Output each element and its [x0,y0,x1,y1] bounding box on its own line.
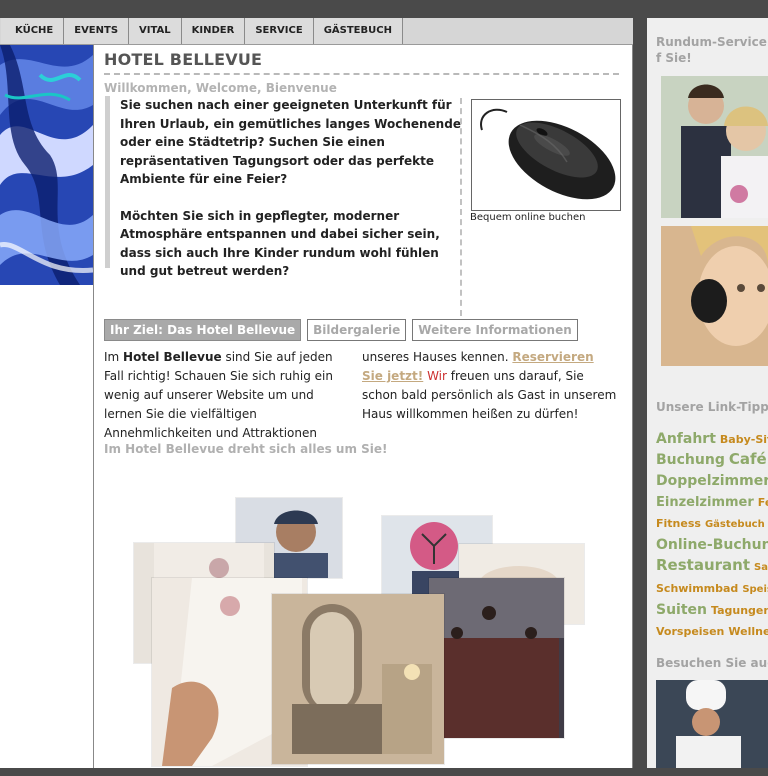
link-tips-heading: Unsere Link-Tipps [656,400,768,414]
nav-service[interactable]: SERVICE [245,18,314,44]
top-bar [0,0,768,18]
slogan: Im Hotel Bellevue dreht sich alles um Si… [104,442,388,456]
tag-link-einzelzimmer[interactable]: Einzelzimmer [656,495,754,510]
tag-row: Online-Buchung [656,534,768,555]
tag-link-speis[interactable]: Speis [742,584,768,595]
wedding-photo [661,76,768,218]
tag-link-doppelzimmer[interactable]: Doppelzimmer [656,473,768,489]
online-booking-caption[interactable]: Bequem online buchen [470,212,585,223]
tag-row: Buchung Café [656,449,768,470]
main-content: KÜCHE EVENTS VITAL KINDER SERVICE GÄSTEB… [1,18,633,768]
abstract-art-image [0,45,93,285]
tag-link-feie[interactable]: Feie [758,496,768,509]
tag-link-vorspeisen[interactable]: Vorspeisen [656,625,724,638]
tag-link-tagungen[interactable]: Tagungen [711,604,768,617]
right-sidebar: Rundum-Service f Sie! Unsere Link-Tipps … [647,18,768,768]
tag-row: Doppelzimmer [656,470,768,491]
nav-kinder[interactable]: KINDER [181,18,246,44]
tag-row: Restaurant Sau [656,555,768,577]
intro-paragraph-1: Sie suchen nach einer geeigneten Unterku… [120,98,461,186]
photo-collage [134,496,604,776]
tab-weitere-informationen[interactable]: Weitere Informationen [412,319,578,341]
col2-text-a: unseres Hauses kennen. [362,350,513,364]
tag-link-gästebuch[interactable]: Gästebuch [705,519,765,530]
tab-hotel-bellevue[interactable]: Ihr Ziel: Das Hotel Bellevue [104,319,302,341]
nav-vital[interactable]: VITAL [129,18,182,44]
page-title: HOTEL BELLEVUE [104,50,263,69]
photo-meeting [429,578,564,738]
tab-bildergalerie[interactable]: Bildergalerie [307,319,407,341]
chef-photo [656,680,768,768]
text-column-right: unseres Hauses kennen. Reservieren Sie j… [362,348,617,424]
tag-link-restaurant[interactable]: Restaurant [656,556,750,574]
intro-text: Sie suchen nach einer geeigneten Unterku… [105,96,462,278]
besuchen-heading: Besuchen Sie auc [656,656,768,670]
tag-link-suiten[interactable]: Suiten [656,602,707,618]
tag-link-baby-sitte[interactable]: Baby-Sitte [720,433,768,446]
tag-link-buchung[interactable]: Buchung [656,452,725,468]
tag-link-fitness[interactable]: Fitness [656,517,701,530]
photo-living-room [272,594,444,764]
tag-row: FitnessGästebuchLa [656,512,768,534]
nav-events[interactable]: EVENTS [64,18,130,44]
title-divider [104,73,619,75]
tag-link-caf-[interactable]: Café [729,450,767,468]
vertical-divider [460,98,462,316]
col2-red-text: Wir [423,369,447,383]
text-column-left: Im Hotel Bellevue sind Sie auf jeden Fal… [104,348,354,443]
tag-cloud: Anfahrt Baby-Sitte BuchungCafé Doppelzimmer… [656,428,768,641]
tag-link-wellness[interactable]: Wellness [728,625,768,638]
left-banner [0,18,93,768]
tag-row: Einzelzimmer Feie [656,491,768,512]
tag-row: Anfahrt Baby-Sitte [656,428,768,449]
tag-row: Suiten Tagungen [656,599,768,620]
top-navigation: KÜCHE EVENTS VITAL KINDER SERVICE GÄSTEB… [1,18,633,45]
tag-link-anfahrt[interactable]: Anfahrt [656,431,716,447]
col1-text-a: Im [104,350,124,364]
tag-row: Vorspeisen Wellness [656,620,768,641]
tag-link-sau[interactable]: Sau [754,562,768,573]
computer-mouse-image[interactable] [471,99,621,211]
tag-link-schwimmbad[interactable]: Schwimmbad [656,582,738,595]
info-tabs: Ihr Ziel: Das Hotel Bellevue Bildergaler… [104,319,578,341]
rundum-service-heading: Rundum-Service f Sie! [656,35,767,65]
tag-row: Schwimmbad Speis [656,577,768,599]
nav-gaestebuch[interactable]: GÄSTEBUCH [313,18,403,44]
woman-compact-photo [661,226,768,366]
tag-link-online-buchung[interactable]: Online-Buchung [656,537,768,553]
nav-kueche[interactable]: KÜCHE [1,18,65,44]
intro-paragraph-2: Möchten Sie sich in gepflegter, moderner… [120,208,440,279]
hotel-name-bold: Hotel Bellevue [123,350,222,364]
welcome-subtitle: Willkommen, Welcome, Bienvenue [104,81,337,95]
